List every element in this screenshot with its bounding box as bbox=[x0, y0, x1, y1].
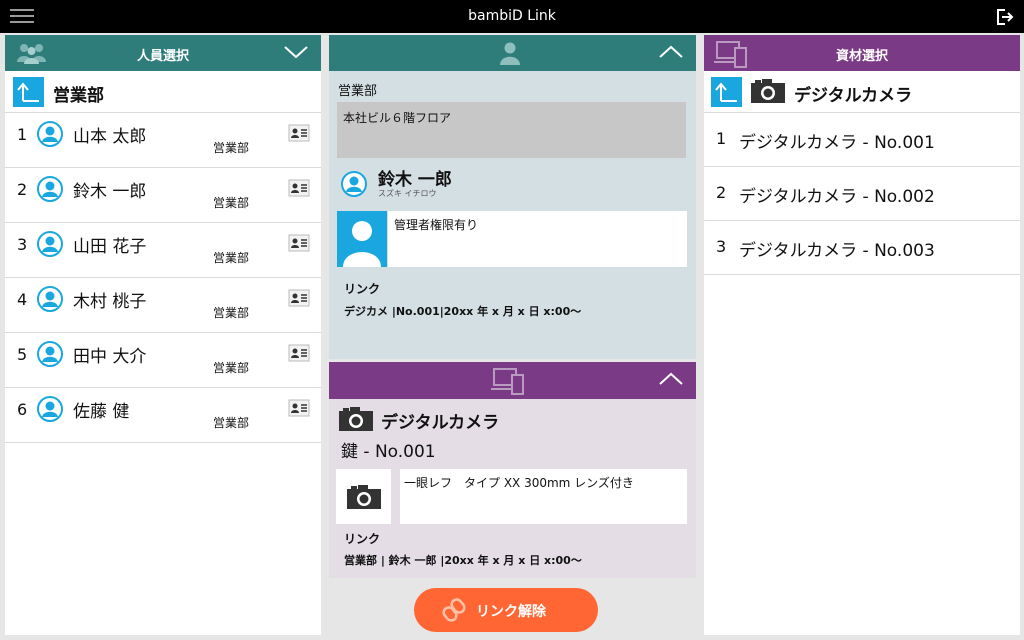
detail-person-kana: スズキ イチロウ bbox=[378, 189, 437, 198]
person-dept: 営業部 bbox=[213, 141, 250, 155]
material-item[interactable]: 1 デジタルカメラ - No.001 bbox=[704, 113, 1020, 167]
person-detail-panel: 営業部 本社ビル６階フロア 鈴木 一郎 スズキ イチロウ 管理者権限有り リンク… bbox=[329, 35, 696, 359]
material-sub: 鍵 - No.001 bbox=[341, 442, 436, 462]
material-number: 1 bbox=[716, 129, 727, 148]
person-avatar-icon bbox=[37, 396, 63, 422]
person-photo bbox=[337, 211, 387, 267]
person-name: 田中 大介 bbox=[73, 347, 147, 367]
detail-dept: 営業部 bbox=[338, 84, 378, 99]
person-name: 木村 桃子 bbox=[73, 292, 147, 312]
unlink-button[interactable]: リンク解除 bbox=[414, 588, 598, 632]
person-number: 1 bbox=[17, 125, 28, 144]
materials-list: 1 デジタルカメラ - No.001 2 デジタルカメラ - No.002 3 … bbox=[704, 113, 1020, 275]
person-row[interactable]: 3 山田 花子 営業部 bbox=[5, 223, 321, 278]
id-card-icon[interactable] bbox=[288, 124, 310, 142]
material-item[interactable]: 3 デジタルカメラ - No.003 bbox=[704, 221, 1020, 275]
person-number: 4 bbox=[17, 290, 28, 309]
person-name: 山田 花子 bbox=[73, 237, 147, 257]
material-number: 2 bbox=[716, 183, 727, 202]
person-dept: 営業部 bbox=[213, 306, 250, 320]
chevron-up-icon[interactable] bbox=[658, 370, 684, 388]
chevron-down-icon[interactable] bbox=[283, 43, 309, 61]
material-category-row[interactable]: デジタルカメラ bbox=[704, 71, 1020, 113]
unlink-button-label: リンク解除 bbox=[476, 604, 546, 620]
person-avatar-icon bbox=[37, 231, 63, 257]
detail-person-note: 管理者権限有り bbox=[388, 211, 687, 267]
materials-panel-header: 資材選択 bbox=[704, 35, 1020, 71]
material-number: 3 bbox=[716, 237, 727, 256]
material-item-name: デジタルカメラ - No.003 bbox=[739, 241, 935, 261]
detail-link-label: リンク bbox=[344, 282, 381, 296]
person-avatar-icon bbox=[37, 121, 63, 147]
person-row[interactable]: 4 木村 桃子 営業部 bbox=[5, 278, 321, 333]
person-name: 山本 太郎 bbox=[73, 127, 147, 147]
person-avatar-icon bbox=[37, 341, 63, 367]
person-avatar-icon bbox=[341, 171, 367, 197]
camera-icon bbox=[751, 79, 785, 103]
camera-icon bbox=[347, 485, 381, 509]
person-number: 3 bbox=[17, 235, 28, 254]
person-name: 佐藤 健 bbox=[73, 402, 130, 422]
people-panel: 人員選択 営業部 1 山本 太郎 営業部 2 鈴木 一郎 営業部 3 山田 花子 bbox=[5, 35, 321, 635]
person-dept: 営業部 bbox=[213, 416, 250, 430]
material-thumbnail bbox=[336, 469, 391, 524]
people-panel-title: 人員選択 bbox=[136, 49, 189, 64]
department-name: 営業部 bbox=[53, 86, 104, 106]
person-row[interactable]: 1 山本 太郎 営業部 bbox=[5, 113, 321, 168]
id-card-icon[interactable] bbox=[288, 179, 310, 197]
material-detail-header bbox=[329, 362, 696, 399]
material-link-value: 営業部 | 鈴木 一郎 |20xx 年 x 月 x 日 x:00～ bbox=[344, 554, 582, 567]
person-row[interactable]: 5 田中 大介 営業部 bbox=[5, 333, 321, 388]
person-dept: 営業部 bbox=[213, 251, 250, 265]
id-card-icon[interactable] bbox=[288, 399, 310, 417]
id-card-icon[interactable] bbox=[288, 344, 310, 362]
id-card-icon[interactable] bbox=[288, 289, 310, 307]
people-list: 1 山本 太郎 営業部 2 鈴木 一郎 営業部 3 山田 花子 営業部 4 木村… bbox=[5, 113, 321, 443]
material-item-name: デジタルカメラ - No.001 bbox=[739, 133, 935, 153]
app-title: bambiD Link bbox=[468, 8, 556, 24]
back-up-icon[interactable] bbox=[711, 77, 742, 107]
person-dept: 営業部 bbox=[213, 196, 250, 210]
material-item[interactable]: 2 デジタルカメラ - No.002 bbox=[704, 167, 1020, 221]
person-number: 5 bbox=[17, 345, 28, 364]
back-up-icon[interactable] bbox=[13, 77, 44, 107]
camera-icon bbox=[339, 407, 373, 431]
department-row[interactable]: 営業部 bbox=[5, 71, 321, 113]
person-silhouette-icon bbox=[343, 221, 381, 267]
person-dept: 営業部 bbox=[213, 361, 250, 375]
person-detail-header bbox=[329, 35, 696, 71]
person-icon bbox=[500, 42, 520, 65]
people-panel-header: 人員選択 bbox=[5, 35, 321, 71]
detail-person-name: 鈴木 一郎 bbox=[378, 170, 452, 190]
chevron-up-icon[interactable] bbox=[658, 43, 684, 61]
material-note: 一眼レフ タイプ XX 300mm レンズ付き bbox=[400, 469, 687, 524]
material-item-name: デジタルカメラ - No.002 bbox=[739, 187, 935, 207]
person-row[interactable]: 6 佐藤 健 営業部 bbox=[5, 388, 321, 443]
material-link-label: リンク bbox=[344, 532, 381, 546]
person-number: 6 bbox=[17, 400, 28, 419]
person-avatar-icon bbox=[37, 286, 63, 312]
person-row[interactable]: 2 鈴木 一郎 営業部 bbox=[5, 168, 321, 223]
link-icon bbox=[442, 598, 466, 622]
detail-location: 本社ビル６階フロア bbox=[337, 102, 686, 158]
logout-icon[interactable] bbox=[994, 7, 1014, 27]
person-avatar-icon bbox=[37, 176, 63, 202]
material-detail-panel: デジタルカメラ 鍵 - No.001 一眼レフ タイプ XX 300mm レンズ… bbox=[329, 362, 696, 578]
material-category-name: デジタルカメラ bbox=[794, 86, 913, 106]
materials-panel-title: 資材選択 bbox=[835, 49, 888, 64]
detail-link-value: デジカメ |No.001|20xx 年 x 月 x 日 x:00～ bbox=[344, 305, 582, 318]
materials-panel: 資材選択 デジタルカメラ 1 デジタルカメラ - No.001 2 デジタルカメ… bbox=[704, 35, 1020, 635]
devices-icon bbox=[491, 368, 524, 395]
material-name: デジタルカメラ bbox=[381, 413, 500, 433]
person-name: 鈴木 一郎 bbox=[73, 182, 147, 202]
top-bar: bambiD Link bbox=[0, 0, 1024, 33]
person-number: 2 bbox=[17, 180, 28, 199]
id-card-icon[interactable] bbox=[288, 234, 310, 252]
